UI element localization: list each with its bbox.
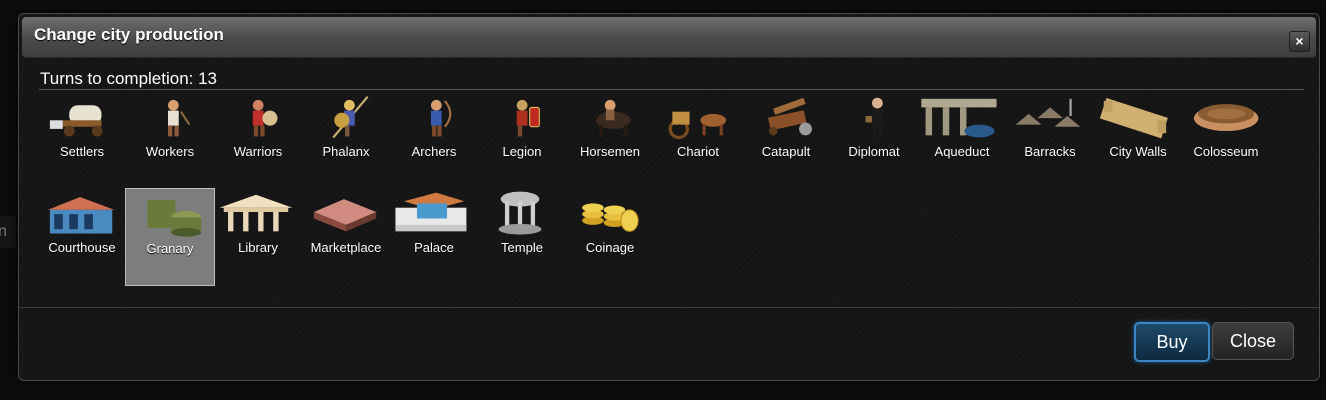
background-page-fragment: n (0, 216, 16, 248)
production-item-courthouse[interactable]: Courthouse (37, 188, 127, 286)
production-item-archers[interactable]: Archers (389, 92, 479, 190)
horsemen-icon (596, 99, 631, 138)
production-item-city-walls[interactable]: City Walls (1093, 92, 1183, 190)
phalanx-icon (332, 95, 369, 139)
diplomat-icon (865, 97, 883, 139)
production-item-label: Marketplace (310, 240, 382, 255)
buy-button[interactable]: Buy (1134, 322, 1210, 362)
production-item-workers[interactable]: Workers (125, 92, 215, 190)
close-icon[interactable]: × (1289, 31, 1310, 52)
production-item-temple[interactable]: Temple (477, 188, 567, 286)
production-item-label: Warriors (233, 144, 283, 159)
production-item-label: City Walls (1109, 144, 1167, 159)
production-item-label: Archers (411, 144, 457, 159)
production-item-label: Barracks (1024, 144, 1076, 159)
footer-divider (19, 307, 1319, 308)
coinage-icon (582, 203, 639, 232)
production-item-label: Phalanx (322, 144, 370, 159)
production-item-settlers[interactable]: Settlers (37, 92, 127, 190)
production-item-label: Aqueduct (934, 144, 990, 159)
production-item-label: Chariot (677, 144, 719, 159)
production-item-chariot[interactable]: Chariot (653, 92, 743, 190)
granary-icon (147, 200, 202, 237)
production-item-label: Library (238, 240, 278, 255)
marketplace-icon (313, 199, 377, 232)
catapult-icon (768, 97, 812, 136)
turns-to-completion: Turns to completion: 13 (40, 69, 218, 88)
production-item-library[interactable]: Library (213, 188, 303, 286)
production-item-phalanx[interactable]: Phalanx (301, 92, 391, 190)
production-item-colosseum[interactable]: Colosseum (1181, 92, 1271, 190)
production-item-catapult[interactable]: Catapult (741, 92, 831, 190)
production-item-label: Legion (502, 144, 542, 159)
palace-icon (395, 192, 467, 232)
library-icon (219, 194, 293, 232)
legion-icon (516, 99, 540, 137)
change-production-dialog: Change city production × Turns to comple… (18, 13, 1320, 381)
close-button[interactable]: Close (1212, 322, 1294, 360)
production-item-label: Settlers (59, 144, 105, 159)
production-item-label: Horsemen (580, 144, 640, 159)
production-item-label: Diplomat (848, 144, 900, 159)
production-item-horsemen[interactable]: Horsemen (565, 92, 655, 190)
production-item-legion[interactable]: Legion (477, 92, 567, 190)
settlers-icon (49, 105, 103, 137)
courthouse-icon (47, 196, 115, 234)
production-item-barracks[interactable]: Barracks (1005, 92, 1095, 190)
dialog-titlebar: Change city production × (22, 17, 1316, 58)
production-item-label: Catapult (761, 144, 811, 159)
production-item-label: Coinage (585, 240, 635, 255)
production-item-label: Palace (414, 240, 454, 255)
production-item-diplomat[interactable]: Diplomat (829, 92, 919, 190)
production-item-marketplace[interactable]: Marketplace (301, 188, 391, 286)
production-item-label: Granary (146, 241, 194, 256)
chariot-icon (668, 111, 727, 140)
aqueduct-icon (921, 98, 997, 138)
colosseum-icon (1193, 104, 1259, 132)
production-item-label: Courthouse (48, 240, 116, 255)
production-item-label: Colosseum (1193, 144, 1259, 159)
production-item-warriors[interactable]: Warriors (213, 92, 303, 190)
archers-icon (430, 99, 452, 137)
temple-icon (498, 191, 542, 235)
barracks-icon (1015, 98, 1081, 127)
production-item-aqueduct[interactable]: Aqueduct (917, 92, 1007, 190)
production-item-coinage[interactable]: Coinage (565, 188, 655, 286)
production-item-granary[interactable]: Granary (125, 188, 215, 286)
production-item-label: Workers (145, 144, 195, 159)
warriors-icon (252, 99, 278, 137)
dialog-title: Change city production (34, 25, 224, 44)
divider (39, 89, 1304, 90)
workers-icon (168, 99, 191, 137)
city-walls-icon (1099, 97, 1168, 139)
production-item-label: Temple (501, 240, 543, 255)
production-item-palace[interactable]: Palace (389, 188, 479, 286)
